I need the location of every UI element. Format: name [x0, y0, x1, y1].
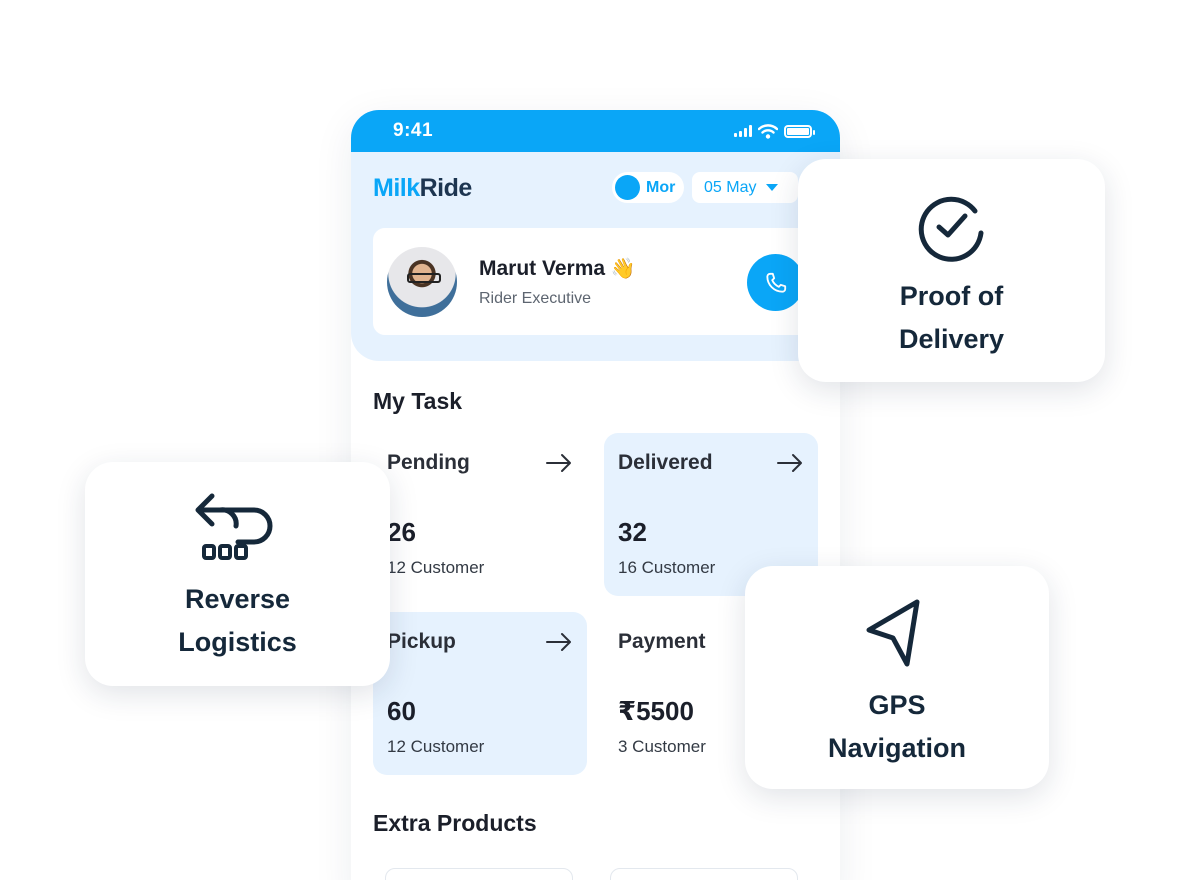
toggle-label: Mor: [646, 178, 676, 196]
phone-icon: [765, 272, 786, 293]
feature-label: Proof of Delivery: [899, 275, 1004, 361]
status-bar: 9:41: [351, 110, 840, 152]
navigation-arrow-icon: [866, 599, 920, 667]
profile-card: Marut Verma 👋 Rider Executive: [373, 228, 818, 335]
tile-head: Delivered: [618, 451, 804, 475]
tile-sub: 12 Customer: [387, 558, 485, 577]
tile-head: Pickup: [387, 630, 573, 654]
task-tile-pickup[interactable]: Pickup 60 12 Customer: [373, 612, 587, 775]
tile-label: Delivered: [618, 451, 713, 474]
profile-role: Rider Executive: [479, 289, 592, 307]
shift-toggle[interactable]: Mor: [612, 172, 684, 203]
toggle-knob: [615, 175, 640, 200]
logo-text-milk: Milk: [373, 174, 420, 202]
extra-products-title: Extra Products: [373, 810, 537, 836]
chevron-down-icon: [766, 184, 779, 191]
feature-card-proof-of-delivery: Proof of Delivery: [798, 159, 1105, 382]
status-time: 9:41: [393, 120, 434, 141]
feature-card-gps-navigation: GPS Navigation: [745, 566, 1049, 789]
milkride-logo: MilkRide: [373, 174, 472, 203]
status-icons: [734, 123, 815, 139]
header-area: MilkRide Mor 05 May Marut Verma 👋 Rider …: [351, 152, 840, 361]
tile-sub: 12 Customer: [387, 737, 485, 756]
arrow-right-icon: [546, 633, 571, 651]
profile-text: Marut Verma 👋 Rider Executive: [479, 256, 636, 308]
battery-icon: [784, 124, 815, 138]
stage: 9:41 MilkRide Mor 05 May Marut Verma 👋 R…: [0, 0, 1190, 880]
wave-icon: 👋: [610, 257, 636, 280]
arrow-right-icon: [777, 454, 802, 472]
feature-label-line2: Navigation: [827, 733, 967, 763]
tile-label: Pickup: [387, 630, 456, 653]
profile-name-text: Marut Verma: [479, 256, 606, 280]
feature-label-line2: Logistics: [178, 627, 297, 657]
arrow-right-icon: [546, 454, 571, 472]
signal-icon: [734, 125, 752, 137]
tile-value: 60: [387, 696, 416, 726]
feature-label: GPS Navigation: [828, 684, 966, 770]
feature-label-line1: Reverse: [184, 584, 291, 614]
extra-product-card[interactable]: [610, 868, 798, 880]
check-circle-icon: [918, 196, 983, 262]
profile-name: Marut Verma 👋: [479, 256, 636, 281]
feature-label-line2: Delivery: [898, 324, 1005, 354]
tile-label: Payment: [618, 630, 706, 653]
extra-product-card[interactable]: [385, 868, 573, 880]
tile-value: 26: [387, 517, 416, 547]
call-button[interactable]: [747, 254, 804, 311]
logo-text-ride: Ride: [419, 174, 473, 202]
tile-value: 32: [618, 517, 647, 547]
wifi-icon: [758, 123, 778, 139]
my-task-title: My Task: [373, 388, 463, 414]
return-arrow-icon: [195, 493, 272, 560]
date-select[interactable]: 05 May: [692, 172, 798, 203]
tile-head: Pending: [387, 451, 573, 475]
feature-label-line1: GPS: [868, 690, 926, 720]
feature-card-reverse-logistics: Reverse Logistics: [85, 462, 390, 686]
feature-label: Reverse Logistics: [178, 578, 297, 664]
task-tile-pending[interactable]: Pending 26 12 Customer: [373, 433, 587, 596]
avatar: [387, 246, 457, 317]
tile-label: Pending: [387, 451, 470, 474]
feature-label-line1: Proof of: [899, 281, 1004, 311]
date-select-value: 05 May: [704, 178, 757, 196]
